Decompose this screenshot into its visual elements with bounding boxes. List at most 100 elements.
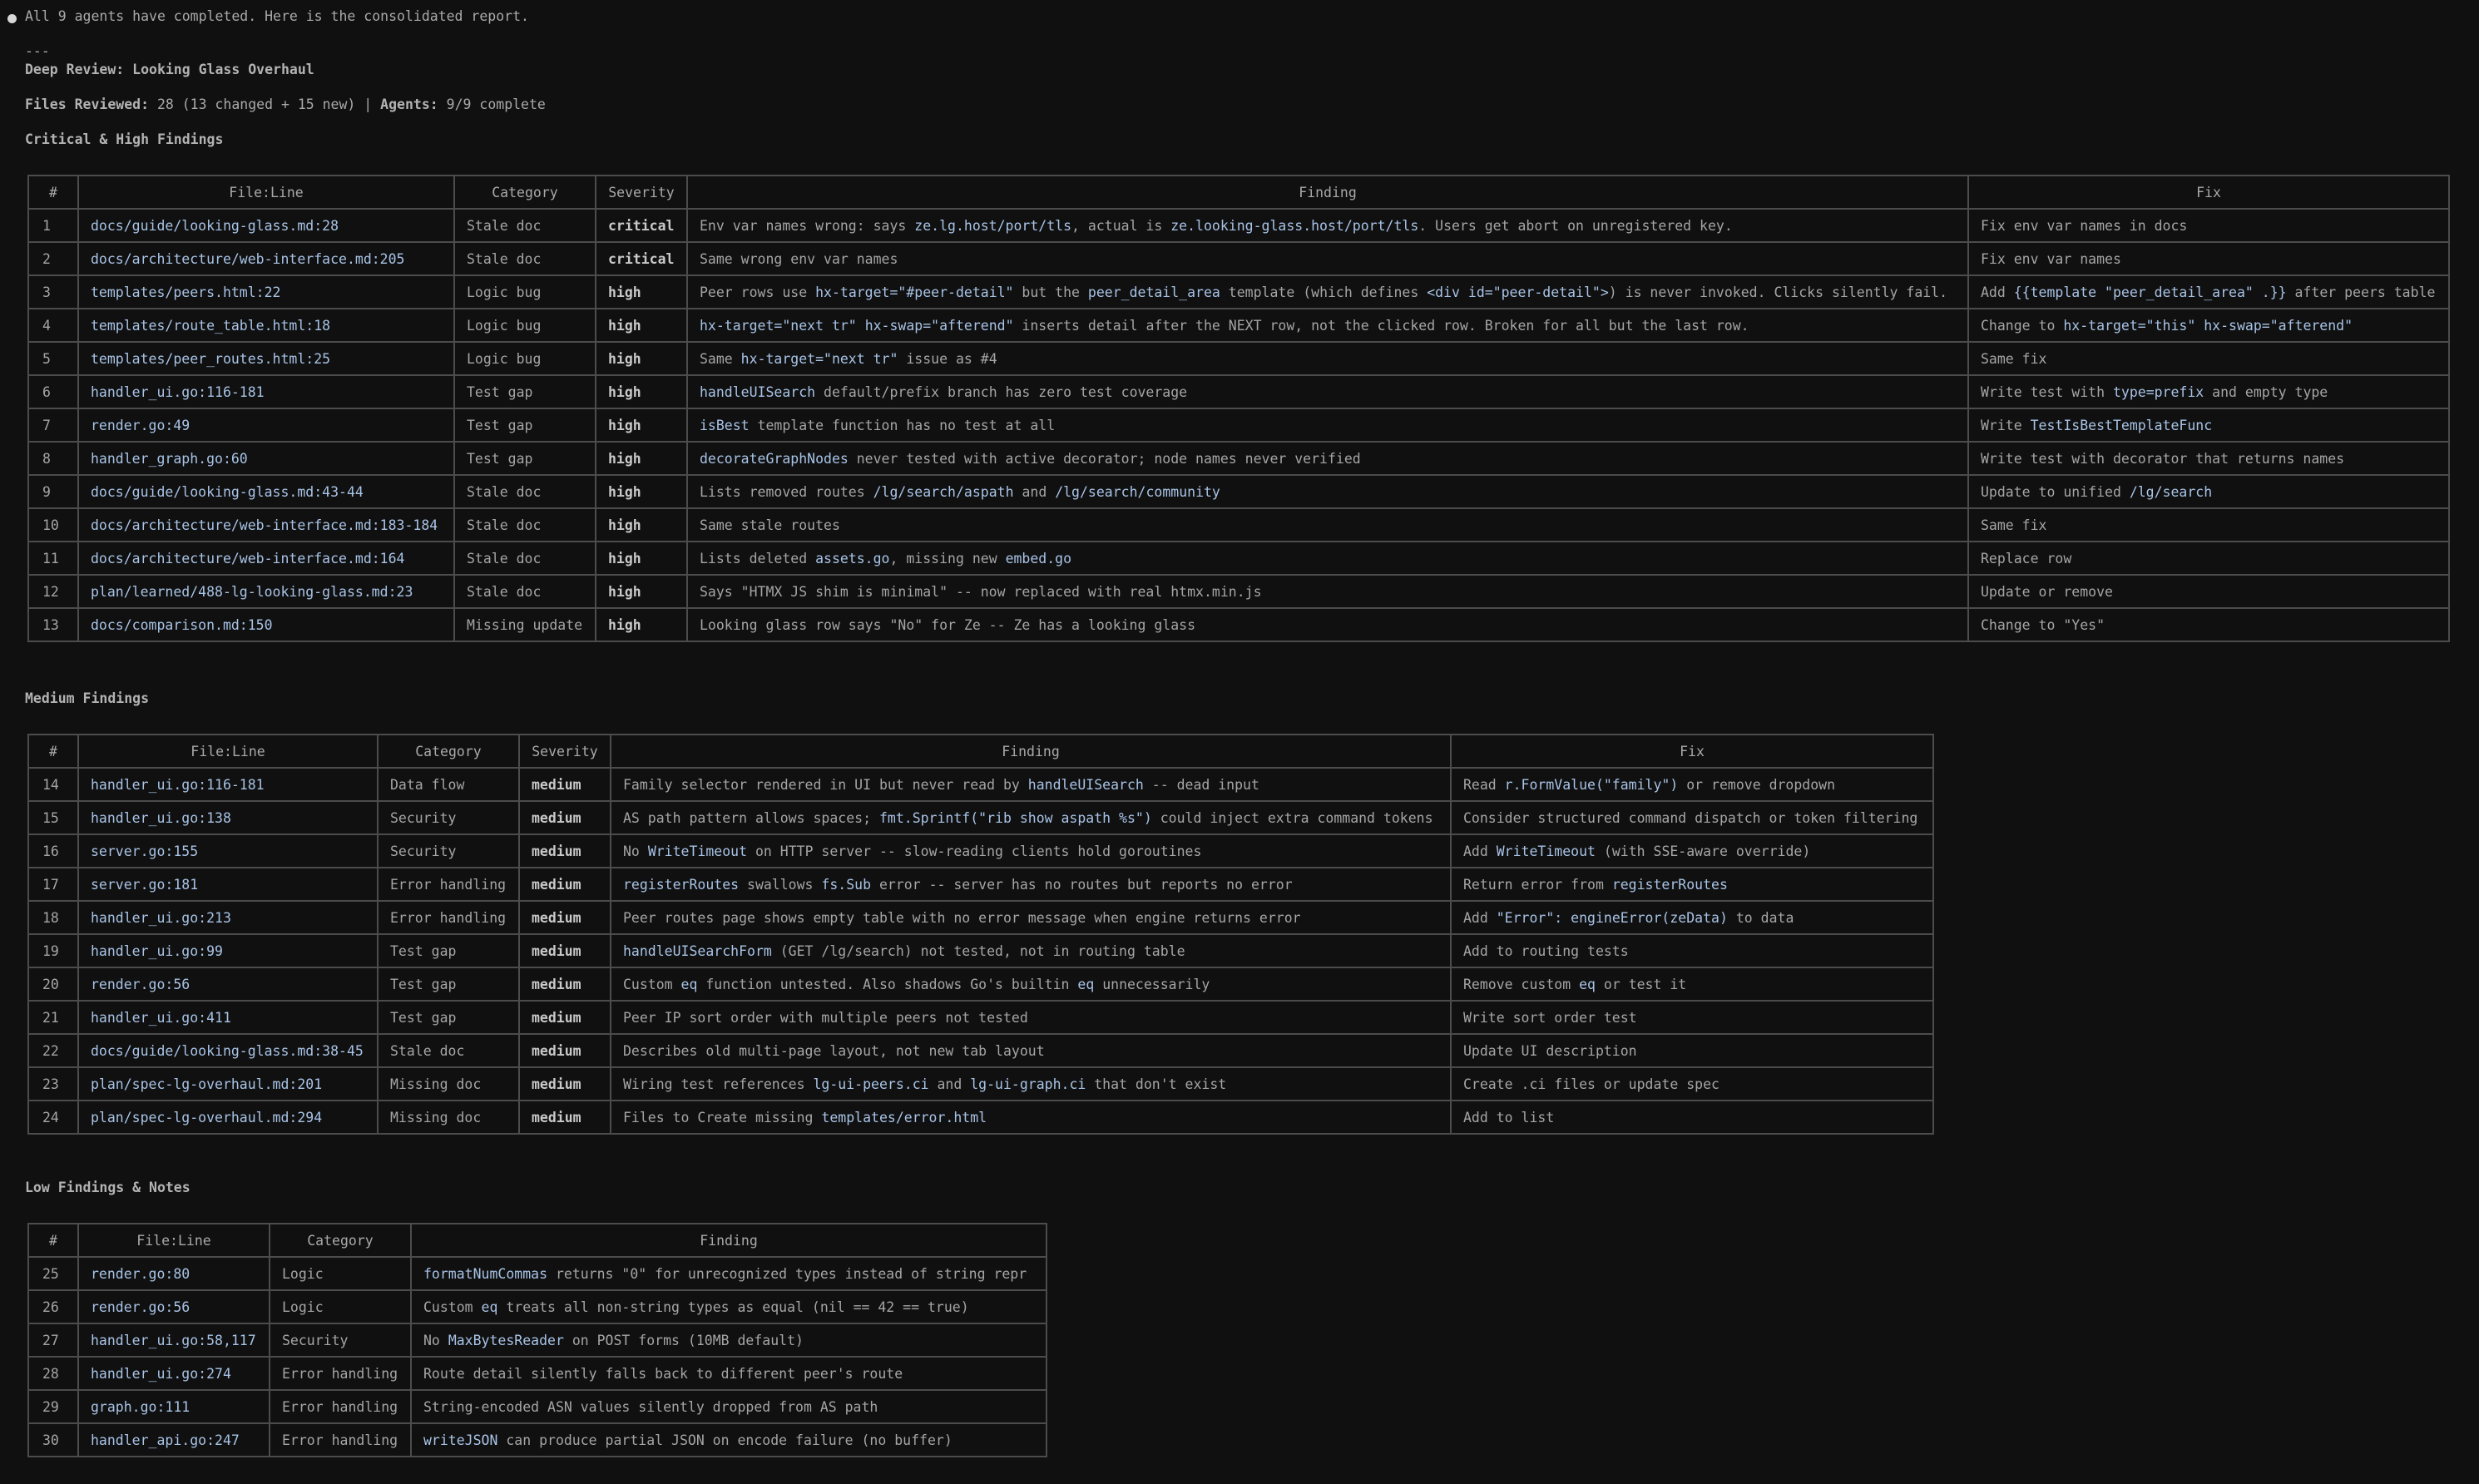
table-row: 29 graph.go:111 Error handling String-encod… <box>27 1389 1047 1424</box>
text-span: No <box>623 843 648 859</box>
col-header-fix: Fix <box>1450 734 1934 769</box>
fix-cell: Write test with type=prefix and empty ty… <box>1967 374 2450 409</box>
fix-cell: Update UI description <box>1450 1033 1934 1068</box>
category-cell: Stale doc <box>453 241 596 276</box>
text-span: Describes old multi-page layout, not new… <box>623 1042 1045 1059</box>
finding-cell: Peer routes page shows empty table with … <box>610 900 1452 935</box>
file-line-cell: handler_ui.go:274 <box>77 1356 270 1391</box>
row-number: 27 <box>27 1323 79 1358</box>
category-cell: Logic <box>269 1256 412 1291</box>
table-row: 7 render.go:49 Test gap high isBest template… <box>27 408 2450 443</box>
severity-cell: high <box>595 474 688 509</box>
row-number: 22 <box>27 1033 79 1068</box>
severity-cell: medium <box>518 967 611 1002</box>
text-span: inserts detail after the NEXT row, not t… <box>1013 317 1749 334</box>
category-cell: Logic bug <box>453 308 596 343</box>
text-span: but the <box>1013 284 1088 300</box>
critical-high-table: # File:Line Category Severity Finding Fi… <box>27 175 2450 642</box>
code-span: isBest <box>700 417 750 433</box>
summary-line: Files Reviewed: 28 (13 changed + 15 new)… <box>25 96 546 112</box>
category-cell: Error handling <box>377 900 520 935</box>
row-number: 6 <box>27 374 79 409</box>
col-header-severity: Severity <box>595 175 688 210</box>
finding-cell: hx-target="next tr" hx-swap="afterend" i… <box>686 308 1969 343</box>
file-line-cell: render.go:56 <box>77 967 379 1002</box>
severity-cell: high <box>595 408 688 443</box>
category-cell: Logic bug <box>453 341 596 376</box>
table-row: 6 handler_ui.go:116-181 Test gap high handle… <box>27 374 2450 409</box>
section-title-medium: Medium Findings <box>25 690 150 706</box>
row-number: 18 <box>27 900 79 935</box>
category-cell: Test gap <box>453 374 596 409</box>
text-span: Update or remove <box>1981 583 2113 600</box>
file-line-cell: handler_graph.go:60 <box>77 441 455 476</box>
category-cell: Error handling <box>269 1389 412 1424</box>
table-row: 13 docs/comparison.md:150 Missing update hi… <box>27 607 2450 642</box>
severity-cell: medium <box>518 1066 611 1101</box>
row-number: 19 <box>27 933 79 968</box>
row-number: 29 <box>27 1389 79 1424</box>
col-header-num: # <box>27 734 79 769</box>
severity-cell: high <box>595 507 688 542</box>
row-number: 8 <box>27 441 79 476</box>
table-row: 23 plan/spec-lg-overhaul.md:201 Missing do… <box>27 1066 1934 1101</box>
file-line-cell: docs/architecture/web-interface.md:205 <box>77 241 455 276</box>
row-number: 26 <box>27 1289 79 1324</box>
fix-cell: Remove custom eq or test it <box>1450 967 1934 1002</box>
table-row: 8 handler_graph.go:60 Test gap high decorate… <box>27 441 2450 476</box>
fix-cell: Same fix <box>1967 507 2450 542</box>
finding-cell: Wiring test references lg-ui-peers.ci an… <box>610 1066 1452 1101</box>
severity-cell: medium <box>518 933 611 968</box>
text-span: Custom <box>623 976 681 992</box>
table-row: 3 templates/peers.html:22 Logic bug high Pee… <box>27 275 2450 309</box>
fix-cell: Update to unified /lg/search <box>1967 474 2450 509</box>
file-line-cell: handler_api.go:247 <box>77 1422 270 1457</box>
col-header-severity: Severity <box>518 734 611 769</box>
row-number: 7 <box>27 408 79 443</box>
text-span: Peer routes page shows empty table with … <box>623 909 1301 926</box>
row-number: 28 <box>27 1356 79 1391</box>
text-span: Update to unified <box>1981 483 2130 500</box>
fix-cell: Replace row <box>1967 541 2450 576</box>
severity-cell: critical <box>595 241 688 276</box>
fix-cell: Add "Error": engineError(zeData) to data <box>1450 900 1934 935</box>
finding-cell: No MaxBytesReader on POST forms (10MB de… <box>410 1323 1047 1358</box>
text-span: No <box>423 1332 448 1348</box>
code-span: type=prefix <box>2112 383 2204 400</box>
row-number: 20 <box>27 967 79 1002</box>
table-row: 1 docs/guide/looking-glass.md:28 Stale doc… <box>27 208 2450 243</box>
category-cell: Error handling <box>377 867 520 902</box>
file-line-cell: handler_ui.go:213 <box>77 900 379 935</box>
file-line-cell: docs/comparison.md:150 <box>77 607 455 642</box>
code-span: "Error": engineError(zeData) <box>1496 909 1728 926</box>
text-span: Family selector rendered in UI but never… <box>623 776 1028 793</box>
table-header-row: # File:Line Category Finding <box>27 1223 1047 1258</box>
finding-cell: Peer rows use hx-target="#peer-detail" b… <box>686 275 1969 309</box>
text-span: Peer IP sort order with multiple peers n… <box>623 1009 1028 1026</box>
row-number: 10 <box>27 507 79 542</box>
file-line-cell: server.go:181 <box>77 867 379 902</box>
severity-cell: medium <box>518 1033 611 1068</box>
fix-cell: Update or remove <box>1967 574 2450 609</box>
finding-cell: handleUISearch default/prefix branch has… <box>686 374 1969 409</box>
code-span: hx-target="next tr" <box>740 350 898 367</box>
fix-cell: Write sort order test <box>1450 1000 1934 1035</box>
table-row: 26 render.go:56 Logic Custom eq treats all … <box>27 1289 1047 1324</box>
category-cell: Stale doc <box>453 208 596 243</box>
fix-cell: Add to list <box>1450 1100 1934 1135</box>
status-line: All 9 agents have completed. Here is the… <box>25 8 529 24</box>
severity-cell: medium <box>518 1100 611 1135</box>
finding-cell: Same hx-target="next tr" issue as #4 <box>686 341 1969 376</box>
separator: --- <box>25 43 50 59</box>
text-span: Add to routing tests <box>1463 942 1629 959</box>
category-cell: Security <box>377 800 520 835</box>
text-span: Add <box>1981 284 2014 300</box>
row-number: 3 <box>27 275 79 309</box>
table-row: 20 render.go:56 Test gap medium Custom eq fu… <box>27 967 1934 1002</box>
finding-cell: Custom eq treats all non-string types as… <box>410 1289 1047 1324</box>
code-span: eq <box>1579 976 1596 992</box>
text-span: unnecessarily <box>1094 976 1210 992</box>
text-span: on HTTP server -- slow-reading clients h… <box>747 843 1202 859</box>
col-header-category: Category <box>453 175 596 210</box>
text-span: Env var names wrong: says <box>700 217 915 234</box>
